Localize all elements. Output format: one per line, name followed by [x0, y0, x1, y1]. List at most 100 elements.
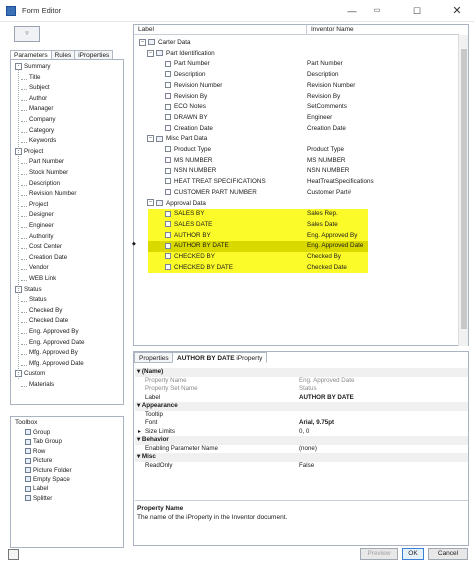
tree-item[interactable]: Subject [21, 84, 50, 91]
tree-item[interactable]: Materials [21, 381, 54, 388]
form-control-row[interactable]: Product Type Product Type [135, 145, 457, 156]
form-group-row[interactable]: − Part Identification [135, 49, 457, 60]
tree-item[interactable]: Keywords [21, 137, 56, 144]
tab-selected-item[interactable]: AUTHOR BY DATE iProperty [172, 352, 268, 363]
form-control-row[interactable]: Part Number Part Number [135, 59, 457, 70]
form-control-row[interactable]: ECO Notes SetComments [135, 102, 457, 113]
toolbox-item[interactable]: Label [25, 485, 48, 492]
cancel-button[interactable]: Cancel [428, 548, 468, 560]
tree-item[interactable]: Mfg. Approved By [21, 349, 78, 356]
property-value[interactable]: Arial, 9.75pt [299, 419, 334, 428]
form-control-row[interactable]: AUTHOR BY DATE Eng. Approved Date [148, 241, 368, 252]
tree-item[interactable]: Manager [21, 105, 53, 112]
form-control-row[interactable]: DRAWN BY Engineer [135, 113, 457, 124]
property-row[interactable]: ReadOnly False [135, 462, 468, 471]
tree-item[interactable]: Cost Center [21, 243, 62, 250]
tree-item[interactable]: Revision Number [21, 190, 76, 197]
form-group-row[interactable]: − Carter Data [135, 38, 457, 49]
property-value[interactable]: 0, 0 [299, 428, 309, 437]
property-value[interactable]: Eng. Approved Date [299, 377, 354, 386]
form-control-row[interactable]: MS NUMBER MS NUMBER [135, 156, 457, 167]
form-control-row[interactable]: Revision Number Revision Number [135, 81, 457, 92]
form-control-row[interactable]: Description Description [135, 70, 457, 81]
tree-item[interactable]: Engineer [21, 222, 54, 229]
scrollbar-thumb[interactable] [461, 49, 467, 329]
tree-item[interactable]: Project [21, 201, 48, 208]
toolbox-item[interactable]: Picture [25, 457, 52, 464]
tab-properties[interactable]: Properties [134, 352, 174, 363]
tree-category[interactable]: - Custom [15, 370, 45, 378]
collapse-icon[interactable]: − [147, 49, 154, 57]
form-layout-tree[interactable]: Label Inventor Name − Carter Data − Part Id… [133, 24, 469, 346]
form-control-row[interactable]: NSN NUMBER NSN NUMBER [135, 166, 457, 177]
property-value[interactable]: AUTHOR BY DATE [299, 394, 354, 403]
tree-item[interactable]: Eng. Approved Date [21, 339, 84, 346]
close-icon[interactable]: ✕ [450, 4, 464, 18]
toolbox-item[interactable]: Tab Group [25, 438, 62, 445]
restore-icon[interactable]: ▭ [370, 4, 384, 18]
property-row[interactable]: Property Name Eng. Approved Date [135, 377, 468, 386]
form-control-row[interactable]: SALES DATE Sales Date [148, 219, 368, 231]
toolbox-item[interactable]: Group [25, 429, 50, 436]
property-value[interactable]: Status [299, 385, 317, 394]
tree-category[interactable]: - Summary [15, 63, 50, 70]
property-row[interactable]: ▸ Size Limits 0, 0 [135, 428, 468, 437]
form-control-row[interactable]: HEAT TREAT SPECIFICATIONS HeatTreatSpecif… [135, 177, 457, 188]
property-value[interactable]: (none) [299, 445, 317, 454]
minimize-icon[interactable]: — [345, 4, 359, 18]
property-row[interactable]: Font Arial, 9.75pt [135, 419, 468, 428]
form-control-row[interactable]: Revision By Revision By [135, 92, 457, 103]
tree-item[interactable]: Stock Number [21, 169, 68, 176]
preview-button[interactable]: Preview [360, 548, 398, 560]
tree-item[interactable]: Company [21, 116, 55, 123]
tree-category[interactable]: - Project [15, 147, 43, 155]
maximize-icon[interactable]: ☐ [410, 4, 424, 18]
iproperties-tree[interactable]: - Summary Title Subject Author Manager Company… [10, 59, 124, 405]
form-control-row[interactable]: AUTHOR BY Eng. Approved By [148, 230, 368, 242]
column-label[interactable]: Label [134, 25, 306, 35]
toolbox-item[interactable]: Picture Folder [25, 467, 72, 474]
toolbox-item[interactable]: Empty Space [25, 476, 70, 483]
tree-item[interactable]: Category [21, 127, 54, 134]
tree-item[interactable]: Checked By [21, 307, 62, 314]
form-tree-scrollbar[interactable] [458, 35, 468, 346]
column-inventor-name[interactable]: Inventor Name [306, 25, 459, 35]
tree-item[interactable]: Part Number [21, 158, 64, 165]
collapse-icon[interactable]: − [147, 199, 154, 207]
tree-item[interactable]: Eng. Approved By [21, 328, 79, 335]
toolbox-item[interactable]: Row [25, 448, 45, 455]
form-control-row[interactable]: CUSTOMER PART NUMBER Customer Part# [135, 188, 457, 199]
toolbox-item[interactable]: Splitter [25, 495, 52, 502]
tree-item[interactable]: Description [21, 180, 60, 187]
property-row[interactable]: Property Set Name Status [135, 385, 468, 394]
form-group-row[interactable]: − Approval Data [135, 199, 457, 210]
ok-button[interactable]: OK [402, 548, 424, 560]
tree-item[interactable]: Status [21, 296, 47, 303]
collapse-icon[interactable]: − [147, 135, 154, 143]
property-category[interactable]: ▾ Misc [135, 453, 468, 462]
tree-item[interactable]: Title [21, 74, 40, 81]
expand-icon[interactable]: ▸ [138, 428, 141, 437]
collapse-icon[interactable]: − [139, 38, 146, 46]
form-control-row[interactable]: SALES BY Sales Rep. [148, 209, 368, 220]
tree-item[interactable]: WEB Link [21, 275, 56, 282]
property-value[interactable]: False [299, 462, 314, 471]
property-category[interactable]: ▾ Appearance [135, 402, 468, 411]
form-control-row[interactable]: Creation Date Creation Date [135, 124, 457, 135]
tree-item[interactable]: Vendor [21, 264, 49, 271]
tree-item[interactable]: Creation Date [21, 254, 67, 261]
property-row[interactable]: Label AUTHOR BY DATE [135, 394, 468, 403]
tree-item[interactable]: Checked Date [21, 317, 68, 324]
form-control-row[interactable]: CHECKED BY DATE Checked Date [148, 262, 368, 274]
property-category[interactable]: ▾ Behavior [135, 436, 468, 445]
help-icon[interactable] [8, 549, 19, 560]
property-row[interactable]: Enabling Parameter Name (none) [135, 445, 468, 454]
property-category[interactable]: ▾ (Name) [135, 368, 468, 377]
tree-item[interactable]: Mfg. Approved Date [21, 360, 84, 367]
tree-item[interactable]: Authority [21, 233, 53, 240]
form-group-row[interactable]: − Misc Part Data [135, 134, 457, 145]
filter-dropdown-button[interactable]: ▿ [14, 26, 40, 42]
tree-item[interactable]: Designer [21, 211, 54, 218]
property-row[interactable]: Tooltip [135, 411, 468, 420]
form-control-row[interactable]: CHECKED BY Checked By [148, 252, 368, 263]
